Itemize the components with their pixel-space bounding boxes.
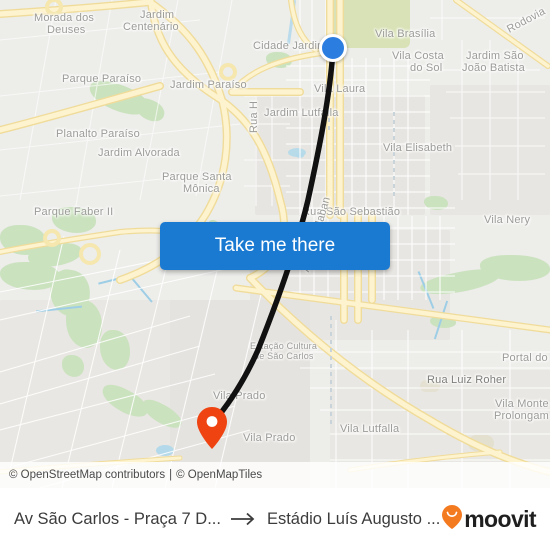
arrow-right-icon (230, 512, 257, 526)
trip-endpoints-bar: Av São Carlos - Praça 7 D... Estádio Luí… (0, 488, 550, 550)
take-me-there-button[interactable]: Take me there (160, 222, 390, 270)
moovit-trip-map-screen: Morada dos Deuses Jardim Centenário Cidade J… (0, 0, 550, 550)
map-canvas[interactable]: Morada dos Deuses Jardim Centenário Cidade J… (0, 0, 550, 488)
origin-marker[interactable] (319, 34, 347, 62)
attribution-osm[interactable]: © OpenStreetMap contributors (9, 469, 165, 481)
moovit-pin-icon (441, 504, 463, 535)
destination-marker[interactable] (196, 406, 228, 455)
attribution-openmaptiles[interactable]: © OpenMapTiles (176, 469, 262, 481)
map-attribution-bar: © OpenStreetMap contributors | © OpenMap… (0, 462, 550, 488)
attribution-separator: | (169, 469, 173, 481)
moovit-brand[interactable]: moovit (441, 504, 537, 535)
destination-station-label[interactable]: Estádio Luís Augusto ... (267, 510, 440, 529)
moovit-wordmark: moovit (464, 505, 536, 532)
origin-station-label[interactable]: Av São Carlos - Praça 7 D... (14, 510, 221, 529)
